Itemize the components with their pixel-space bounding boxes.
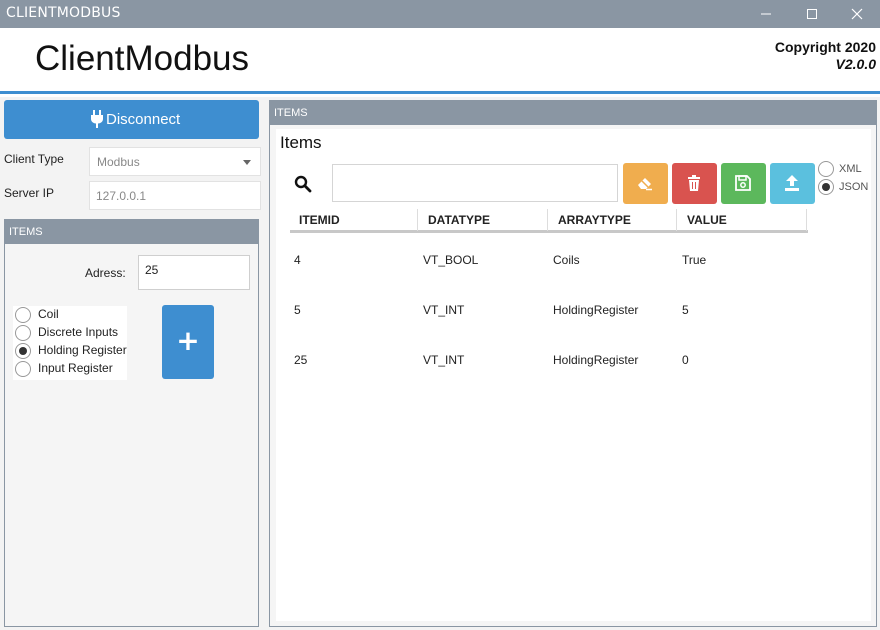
cell-arraytype: Coils — [553, 253, 580, 267]
client-type-label: Client Type — [4, 152, 64, 166]
radio-button[interactable] — [818, 179, 834, 195]
chevron-down-icon — [243, 160, 251, 165]
address-label: Adress: — [85, 266, 126, 280]
close-icon — [851, 8, 863, 20]
eraser-icon — [638, 178, 652, 191]
radio-label: Input Register — [38, 361, 113, 375]
column-divider[interactable] — [806, 209, 807, 231]
radio-discrete-inputs[interactable]: Discrete Inputs — [13, 324, 127, 342]
cell-datatype: VT_BOOL — [423, 253, 479, 267]
register-type-group: Coil Discrete Inputs Holding Register In… — [13, 306, 127, 380]
format-json-label: JSON — [839, 181, 869, 193]
save-button[interactable] — [721, 163, 766, 204]
upload-button[interactable] — [770, 163, 815, 204]
disconnect-button[interactable]: Disconnect — [4, 100, 259, 139]
cell-itemid: 25 — [294, 353, 308, 367]
clear-button[interactable] — [623, 163, 668, 204]
server-ip-label: Server IP — [4, 186, 55, 200]
cell-value: 0 — [682, 353, 689, 367]
maximize-button[interactable] — [789, 0, 835, 28]
cell-itemid: 4 — [294, 253, 301, 267]
radio-holding-register[interactable]: Holding Register — [13, 342, 127, 360]
app-header: ClientModbus Copyright 2020 V2.0.0 — [0, 28, 880, 94]
window-title: CLIENTMODBUS — [6, 5, 121, 21]
cell-arraytype: HoldingRegister — [553, 353, 639, 367]
radio-label: Holding Register — [38, 343, 127, 357]
table-row[interactable]: 4 VT_BOOL Coils True — [290, 253, 808, 303]
column-divider[interactable] — [417, 209, 418, 231]
radio-button[interactable] — [818, 161, 834, 177]
items-title: Items — [276, 131, 330, 155]
cell-itemid: 5 — [294, 303, 301, 317]
column-header-datatype[interactable]: DATATYPE — [428, 213, 490, 227]
items-config-panel: ITEMS Adress: 25 Coil Discrete Inputs Ho… — [4, 219, 259, 627]
disconnect-label: Disconnect — [106, 111, 181, 128]
format-xml-label: XML — [839, 163, 862, 175]
search-icon — [294, 175, 312, 193]
title-bar: CLIENTMODBUS — [0, 0, 880, 28]
app-name: ClientModbus — [35, 39, 249, 78]
address-input[interactable]: 25 — [138, 255, 250, 290]
table-row[interactable]: 25 VT_INT HoldingRegister 0 — [290, 353, 808, 403]
delete-button[interactable] — [672, 163, 717, 204]
format-xml-option[interactable]: XML — [818, 161, 878, 179]
cell-value: True — [682, 253, 707, 267]
cell-arraytype: HoldingRegister — [553, 303, 639, 317]
table-row[interactable]: 5 VT_INT HoldingRegister 5 — [290, 303, 808, 353]
client-type-value: Modbus — [97, 155, 140, 169]
server-ip-input[interactable]: 127.0.0.1 — [89, 181, 261, 210]
radio-button[interactable] — [15, 307, 31, 323]
radio-label: Discrete Inputs — [38, 325, 119, 339]
close-button[interactable] — [834, 0, 880, 28]
maximize-icon — [807, 9, 817, 19]
column-header-itemid[interactable]: ITEMID — [299, 213, 340, 227]
format-json-option[interactable]: JSON — [818, 179, 878, 197]
items-config-header: ITEMS — [5, 220, 258, 244]
minimize-icon — [761, 13, 771, 15]
cell-value: 5 — [682, 303, 689, 317]
plug-icon — [91, 110, 103, 128]
items-view-panel: ITEMS Items XML JSON ITEMID DATATYPE ARR… — [269, 100, 877, 627]
save-icon — [735, 175, 751, 191]
radio-label: Coil — [38, 307, 59, 321]
table-header: ITEMID DATATYPE ARRAYTYPE VALUE — [290, 207, 808, 233]
radio-input-register[interactable]: Input Register — [13, 360, 127, 378]
radio-coil[interactable]: Coil — [13, 306, 127, 324]
add-item-button[interactable]: + — [162, 305, 214, 379]
version-text: V2.0.0 — [835, 56, 876, 72]
cell-datatype: VT_INT — [423, 353, 465, 367]
minimize-button[interactable] — [743, 0, 789, 28]
search-input[interactable] — [332, 164, 618, 202]
radio-button[interactable] — [15, 361, 31, 377]
column-header-arraytype[interactable]: ARRAYTYPE — [558, 213, 631, 227]
column-header-value[interactable]: VALUE — [687, 213, 727, 227]
copyright-text: Copyright 2020 — [774, 39, 876, 55]
trash-icon — [688, 175, 700, 191]
client-type-select[interactable]: Modbus — [89, 147, 261, 176]
cell-datatype: VT_INT — [423, 303, 465, 317]
items-view-header: ITEMS — [270, 101, 876, 125]
column-divider[interactable] — [547, 209, 548, 231]
upload-icon — [785, 175, 799, 191]
column-divider[interactable] — [676, 209, 677, 231]
radio-button[interactable] — [15, 343, 31, 359]
radio-button[interactable] — [15, 325, 31, 341]
